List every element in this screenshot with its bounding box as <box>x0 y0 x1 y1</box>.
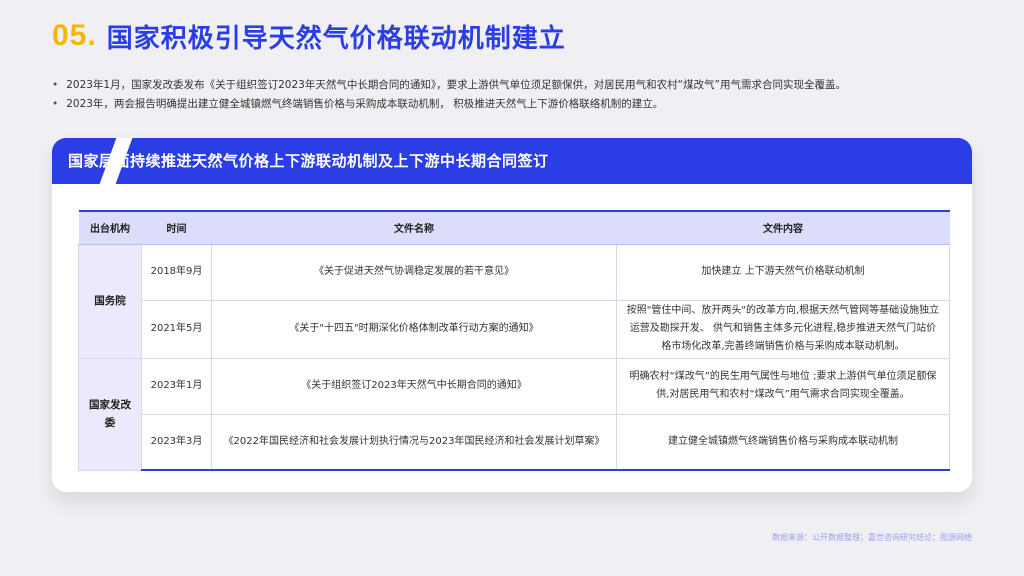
org-cell: 国务院 <box>78 243 142 359</box>
table-row: 国务院 2018年9月 《关于促进天然气协调稳定发展的若干意见》 加快建立 上下… <box>78 243 950 359</box>
table-row: 国家发改委 2023年1月 《关于组织签订2023年天然气中长期合同的通知》 明… <box>78 357 950 471</box>
section-number: 05. <box>52 19 97 52</box>
content-card: 国家层面持续推进天然气价格上下游联动机制及上下游中长期合同签订 出台机构 时间 … <box>52 138 972 492</box>
doc-name-cell: 《2022年国民经济和社会发展计划执行情况与2023年国民经济和社会发展计划草案… <box>211 413 617 471</box>
bullet-text: 2023年，两会报告明确提出建立健全城镇燃气终端销售价格与采购成本联动机制， 积… <box>66 98 664 110</box>
time-cell: 2023年3月 <box>141 413 212 471</box>
doc-content-cell: 明确农村“煤改气”的民生用气属性与地位 ;要求上游供气单位须足额保供,对居民用气… <box>616 357 950 415</box>
doc-name-cell: 《关于"十四五"时期深化价格体制改革行动方案的通知》 <box>211 299 617 359</box>
doc-name-cell: 《关于组织签订2023年天然气中长期合同的通知》 <box>211 357 617 415</box>
table-row: 2023年3月 《2022年国民经济和社会发展计划执行情况与2023年国民经济和… <box>79 413 950 471</box>
org-cell: 国家发改委 <box>78 357 142 471</box>
bullet-item: • 2023年1月，国家发改委发布《关于组织签订2023年天然气中长期合同的通知… <box>52 76 982 95</box>
time-cell: 2018年9月 <box>141 243 212 301</box>
bullet-item: • 2023年，两会报告明确提出建立健全城镇燃气终端销售价格与采购成本联动机制，… <box>52 95 982 114</box>
header-doc-content: 文件内容 <box>616 211 950 245</box>
page-title: 05. 国家积极引导天然气价格联动机制建立 <box>52 16 566 56</box>
bullet-list: • 2023年1月，国家发改委发布《关于组织签订2023年天然气中长期合同的通知… <box>52 76 982 114</box>
header-time: 时间 <box>141 211 212 245</box>
title-text: 国家积极引导天然气价格联动机制建立 <box>106 23 566 54</box>
table-row: 2021年5月 《关于"十四五"时期深化价格体制改革行动方案的通知》 按照"管住… <box>79 299 950 359</box>
doc-content-cell: 建立健全城镇燃气终端销售价格与采购成本联动机制 <box>616 413 950 471</box>
table-header-row: 出台机构 时间 文件名称 文件内容 <box>78 211 950 245</box>
bullet-text: 2023年1月，国家发改委发布《关于组织签订2023年天然气中长期合同的通知》，… <box>66 79 846 91</box>
time-cell: 2021年5月 <box>141 299 212 359</box>
doc-content-cell: 按照"管住中间、放开两头"的改革方向,根据天然气管网等基础设施独立运营及勘探开发… <box>616 299 950 359</box>
policy-table: 出台机构 时间 文件名称 文件内容 国务院 2018年9月 《关于促进天然气协调… <box>78 210 950 471</box>
banner-title: 国家层面持续推进天然气价格上下游联动机制及上下游中长期合同签订 <box>68 152 549 170</box>
bullet-dot-icon: • <box>52 79 59 91</box>
doc-name-cell: 《关于促进天然气协调稳定发展的若干意见》 <box>211 243 617 301</box>
time-cell: 2023年1月 <box>141 357 212 415</box>
card-banner: 国家层面持续推进天然气价格上下游联动机制及上下游中长期合同签订 <box>52 138 972 184</box>
doc-content-cell: 加快建立 上下游天然气价格联动机制 <box>616 243 950 301</box>
bullet-dot-icon: • <box>52 98 59 110</box>
header-org: 出台机构 <box>78 211 142 245</box>
header-doc-name: 文件名称 <box>211 211 617 245</box>
data-source-note: 数据来源：公开数据整理；嘉世咨询研究结论；图源网络 <box>772 533 972 542</box>
